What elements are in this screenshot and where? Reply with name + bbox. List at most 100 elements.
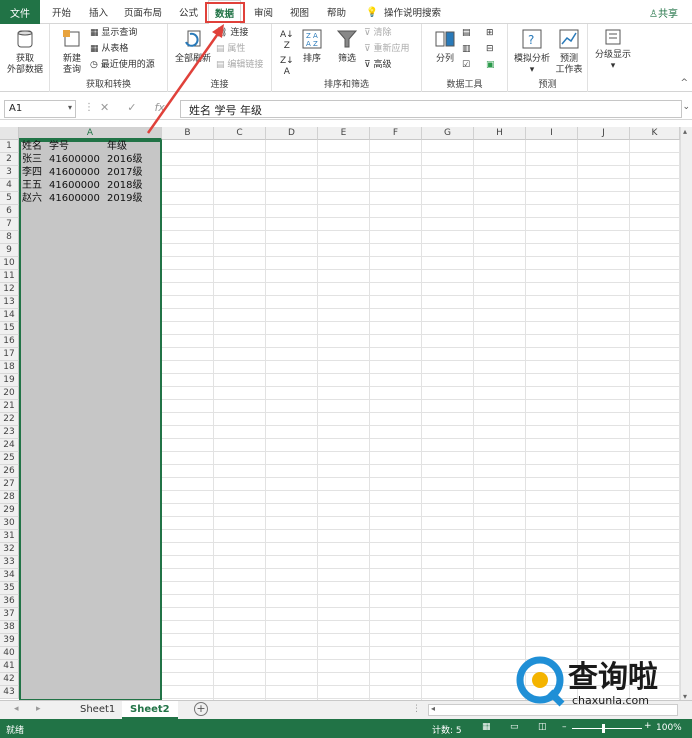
from-table-button[interactable]: ▦ 从表格 xyxy=(90,44,128,55)
remove-duplicates-button[interactable]: ▥ xyxy=(462,44,471,55)
worksheet-grid[interactable]: ABCDEFGHIJK 1 2 3 4 5 6 7 8 9 10 11 12 13 14 15 16 17 18 1… xyxy=(0,127,680,701)
tab-insert[interactable]: 插入 xyxy=(89,0,108,24)
row-header-17[interactable]: 17 xyxy=(0,348,19,361)
tab-file[interactable]: 文件 xyxy=(0,0,40,24)
column-header-i[interactable]: I xyxy=(526,127,578,140)
row-header-22[interactable]: 22 xyxy=(0,413,19,426)
row-header-25[interactable]: 25 xyxy=(0,452,19,465)
row-header-6[interactable]: 6 xyxy=(0,205,19,218)
clear-filter-button[interactable]: ⊽ 清除 xyxy=(364,28,391,39)
column-header-g[interactable]: G xyxy=(422,127,474,140)
cell-a5-part-2[interactable]: 41600000 xyxy=(49,192,100,205)
next-sheet-icon[interactable]: ▸ xyxy=(36,704,41,714)
reapply-button[interactable]: ⊽ 重新应用 xyxy=(364,44,409,55)
cell-a4-part-1[interactable]: 王五 xyxy=(22,179,42,192)
cell-a1-part-2[interactable]: 学号 xyxy=(49,140,69,153)
tab-help[interactable]: 帮助 xyxy=(327,0,346,24)
row-header-4[interactable]: 4 xyxy=(0,179,19,192)
column-header-f[interactable]: F xyxy=(370,127,422,140)
tab-view[interactable]: 视图 xyxy=(290,0,309,24)
confirm-icon[interactable]: ✓ xyxy=(127,101,154,114)
row-header-29[interactable]: 29 xyxy=(0,504,19,517)
row-header-21[interactable]: 21 xyxy=(0,400,19,413)
connections-button[interactable]: ⛓ 连接 xyxy=(216,28,248,39)
data-model-button[interactable]: ▣ xyxy=(486,60,495,71)
row-header-9[interactable]: 9 xyxy=(0,244,19,257)
row-header-26[interactable]: 26 xyxy=(0,465,19,478)
row-header-37[interactable]: 37 xyxy=(0,608,19,621)
tab-home[interactable]: 开始 xyxy=(52,0,71,24)
zoom-out-icon[interactable]: – xyxy=(562,722,567,732)
row-header-31[interactable]: 31 xyxy=(0,530,19,543)
cancel-icon[interactable]: ✕ xyxy=(100,101,127,114)
column-header-a[interactable]: A xyxy=(19,127,162,140)
row-header-5[interactable]: 5 xyxy=(0,192,19,205)
sheet-tab-sheet1[interactable]: Sheet1 xyxy=(72,701,123,719)
row-header-1[interactable]: 1 xyxy=(0,140,19,153)
fx-icon[interactable]: fx xyxy=(154,101,164,114)
new-query-button[interactable]: 新建 查询 xyxy=(56,28,88,76)
row-header-13[interactable]: 13 xyxy=(0,296,19,309)
edit-links-button[interactable]: ▤ 编辑链接 xyxy=(216,60,263,71)
row-header-3[interactable]: 3 xyxy=(0,166,19,179)
cell-a3-part-1[interactable]: 李四 xyxy=(22,166,42,179)
column-header-d[interactable]: D xyxy=(266,127,318,140)
sort-button[interactable]: Z AA Z 排序 xyxy=(300,28,324,65)
row-header-15[interactable]: 15 xyxy=(0,322,19,335)
cell-a3-part-3[interactable]: 2017级 xyxy=(107,166,142,179)
zoom-slider[interactable] xyxy=(572,728,642,729)
page-break-view-icon[interactable]: ◫ xyxy=(538,722,547,732)
select-all-corner[interactable] xyxy=(0,127,19,140)
expand-formula-icon[interactable]: ⌄ xyxy=(682,102,690,112)
share-button[interactable]: ♙共享 xyxy=(649,5,678,20)
forecast-sheet-button[interactable]: 预测 工作表 xyxy=(552,28,586,76)
row-header-19[interactable]: 19 xyxy=(0,374,19,387)
column-header-c[interactable]: C xyxy=(214,127,266,140)
cell-a2-part-3[interactable]: 2016级 xyxy=(107,153,142,166)
row-header-36[interactable]: 36 xyxy=(0,595,19,608)
cell-a4-part-3[interactable]: 2018级 xyxy=(107,179,142,192)
row-header-20[interactable]: 20 xyxy=(0,387,19,400)
normal-view-icon[interactable]: ▦ xyxy=(482,722,491,732)
row-header-32[interactable]: 32 xyxy=(0,543,19,556)
row-header-23[interactable]: 23 xyxy=(0,426,19,439)
chevron-down-icon[interactable]: ▾ xyxy=(68,103,72,112)
sort-desc-button[interactable]: Z↓ A xyxy=(280,56,294,78)
column-header-j[interactable]: J xyxy=(578,127,630,140)
row-header-34[interactable]: 34 xyxy=(0,569,19,582)
column-header-b[interactable]: B xyxy=(162,127,214,140)
column-header-k[interactable]: K xyxy=(630,127,680,140)
text-to-columns-button[interactable]: 分列 xyxy=(430,28,460,65)
collapse-ribbon-icon[interactable]: ^ xyxy=(680,78,688,88)
row-header-35[interactable]: 35 xyxy=(0,582,19,595)
zoom-slider-thumb[interactable] xyxy=(602,724,605,733)
cell-a3-part-2[interactable]: 41600000 xyxy=(49,166,100,179)
row-header-40[interactable]: 40 xyxy=(0,647,19,660)
outline-button[interactable]: 分级显示 ▾ xyxy=(590,28,636,72)
zoom-in-icon[interactable]: + xyxy=(644,721,652,731)
cell-a1-part-3[interactable]: 年级 xyxy=(107,140,127,153)
scroll-up-icon[interactable]: ▴ xyxy=(683,127,687,136)
cell-a4-part-2[interactable]: 41600000 xyxy=(49,179,100,192)
sheet-tab-sheet2[interactable]: Sheet2 xyxy=(122,701,178,719)
vertical-scrollbar[interactable]: ▴ ▾ xyxy=(680,127,692,701)
row-header-16[interactable]: 16 xyxy=(0,335,19,348)
show-queries-button[interactable]: ▦ 显示查询 xyxy=(90,28,137,39)
row-header-2[interactable]: 2 xyxy=(0,153,19,166)
recent-sources-button[interactable]: ◷ 最近使用的源 xyxy=(90,60,155,71)
row-header-43[interactable]: 43 xyxy=(0,686,19,699)
cell-a2-part-2[interactable]: 41600000 xyxy=(49,153,100,166)
row-header-11[interactable]: 11 xyxy=(0,270,19,283)
filter-button[interactable]: 筛选 xyxy=(332,28,362,65)
tab-formulas[interactable]: 公式 xyxy=(179,0,198,24)
zoom-level[interactable]: 100% xyxy=(656,723,682,733)
cell-a1-part-1[interactable]: 姓名 xyxy=(22,140,42,153)
scroll-left-icon[interactable]: ◂ xyxy=(431,704,435,713)
row-header-24[interactable]: 24 xyxy=(0,439,19,452)
get-external-data-button[interactable]: 获取 外部数据 xyxy=(4,28,46,76)
row-header-33[interactable]: 33 xyxy=(0,556,19,569)
page-layout-view-icon[interactable]: ▭ xyxy=(510,722,519,732)
sort-asc-button[interactable]: A↓ Z xyxy=(280,30,294,52)
add-sheet-icon[interactable]: + xyxy=(194,702,208,716)
data-validation-button[interactable]: ☑ xyxy=(462,60,470,71)
